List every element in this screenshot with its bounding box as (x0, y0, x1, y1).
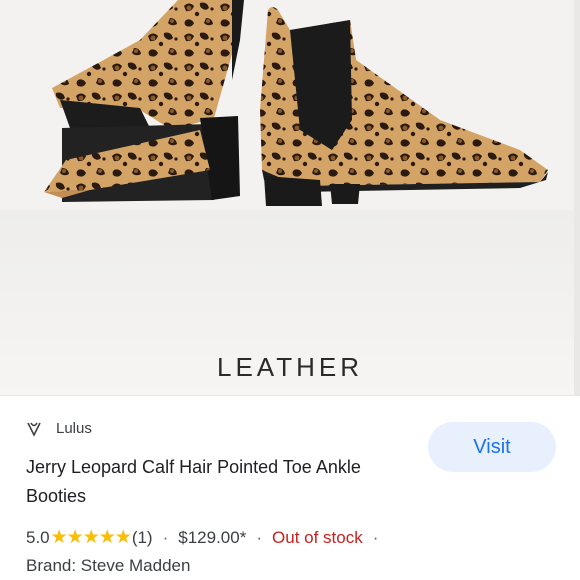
visit-button[interactable]: Visit (428, 422, 556, 472)
lulus-heart-icon (26, 421, 42, 437)
stock-status: Out of stock (272, 527, 363, 547)
star-rating-icon: ★★★★★ (50, 527, 132, 548)
separator: · (372, 527, 379, 547)
source-name[interactable]: Lulus (56, 420, 92, 437)
rating-value: 5.0 (26, 527, 50, 547)
shopping-result-card[interactable]: Lulus Jerry Leopard Calf Hair Pointed To… (0, 395, 580, 580)
product-image[interactable]: LEATHER (0, 0, 580, 395)
leopard-booties-illustration (44, 0, 548, 206)
brand-label: Brand: Steve Madden (26, 556, 191, 575)
review-count[interactable]: (1) (132, 528, 153, 548)
source-row[interactable]: Lulus (26, 420, 92, 437)
separator: · (162, 527, 169, 547)
image-caption: LEATHER (217, 352, 363, 382)
product-title[interactable]: Jerry Leopard Calf Hair Pointed Toe Ankl… (26, 453, 406, 511)
price: $129.00* (178, 527, 247, 547)
rating-price-row: 5.0 ★★★★★ (1) · $129.00* · Out of stock … (26, 526, 388, 549)
separator: · (256, 527, 263, 547)
image-edge (574, 0, 580, 395)
